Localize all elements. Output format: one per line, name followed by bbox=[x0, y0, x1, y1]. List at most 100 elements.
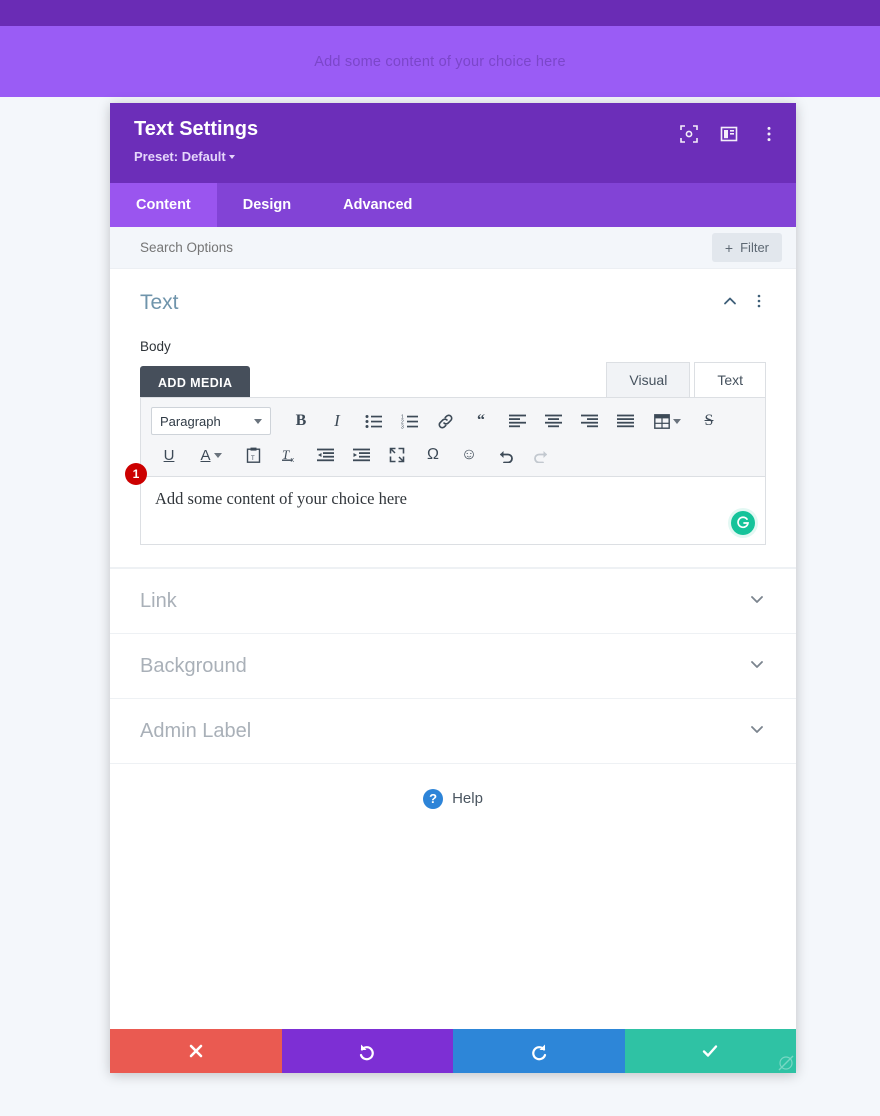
bold-icon: B bbox=[295, 412, 307, 429]
bold-button[interactable]: B bbox=[283, 406, 319, 436]
layout-panel-icon[interactable] bbox=[720, 125, 738, 143]
strikethrough-button[interactable]: S bbox=[691, 406, 727, 436]
redo-button[interactable] bbox=[523, 440, 559, 470]
editor-content-area[interactable]: 1 Add some content of your choice here bbox=[125, 463, 766, 545]
text-section-controls bbox=[722, 293, 766, 314]
undo-icon bbox=[499, 450, 513, 463]
accordion-admin-label-label: Admin Label bbox=[140, 719, 252, 742]
editor-toolbar: Paragraph B I 1 2 3 “ S U A T T x Ω ☺ bbox=[140, 397, 766, 477]
blockquote-icon: “ bbox=[477, 412, 485, 429]
cancel-button[interactable] bbox=[110, 1029, 282, 1073]
search-options-row: + Filter bbox=[110, 227, 796, 269]
chevron-down-icon bbox=[254, 418, 262, 424]
insert-table-button[interactable] bbox=[643, 406, 691, 436]
undo-button[interactable] bbox=[281, 1029, 453, 1073]
editor-content-text: Add some content of your choice here bbox=[155, 489, 407, 508]
strikethrough-icon: S bbox=[704, 412, 714, 429]
special-character-button[interactable]: Ω bbox=[415, 440, 451, 470]
align-center-icon bbox=[544, 414, 562, 428]
paste-as-text-button[interactable]: T bbox=[235, 440, 271, 470]
chevron-down-icon bbox=[748, 590, 766, 613]
section-more-vertical-icon[interactable] bbox=[752, 293, 766, 314]
align-justify-icon bbox=[616, 414, 634, 428]
modal-tabs: Content Design Advanced bbox=[110, 183, 796, 227]
resize-handle[interactable] bbox=[778, 1055, 794, 1071]
svg-text:T: T bbox=[251, 456, 255, 462]
table-icon bbox=[653, 413, 670, 429]
accordion-link[interactable]: Link bbox=[110, 568, 796, 633]
insert-link-button[interactable] bbox=[427, 406, 463, 436]
tab-content[interactable]: Content bbox=[110, 183, 217, 227]
chevron-up-icon[interactable] bbox=[722, 293, 738, 314]
clear-formatting-button[interactable]: T x bbox=[271, 440, 307, 470]
indent-icon bbox=[352, 448, 370, 462]
plus-icon: + bbox=[724, 239, 734, 256]
underline-button[interactable]: U bbox=[151, 440, 187, 470]
redo-button[interactable] bbox=[453, 1029, 625, 1073]
body-field-label: Body bbox=[140, 339, 171, 354]
tab-visual-editor[interactable]: Visual bbox=[606, 362, 691, 397]
emoji-icon: ☺ bbox=[460, 446, 478, 463]
paragraph-format-select[interactable]: Paragraph bbox=[151, 407, 271, 435]
page-banner-section: Add some content of your choice here bbox=[0, 26, 880, 97]
numbered-list-button[interactable]: 1 2 3 bbox=[391, 406, 427, 436]
align-right-button[interactable] bbox=[571, 406, 607, 436]
focus-target-icon[interactable] bbox=[680, 125, 698, 143]
editor-toolbar-row-2: U A T T x Ω ☺ bbox=[151, 438, 755, 472]
link-icon bbox=[438, 414, 452, 428]
italic-icon: I bbox=[334, 411, 340, 430]
filter-button-label: Filter bbox=[740, 240, 769, 255]
filter-button[interactable]: + Filter bbox=[711, 233, 782, 262]
search-input[interactable] bbox=[140, 240, 540, 255]
accordion-background-label: Background bbox=[140, 654, 247, 677]
preset-selector[interactable]: Preset: Default bbox=[134, 141, 776, 166]
top-purple-band bbox=[0, 0, 880, 26]
undo-button[interactable] bbox=[487, 440, 523, 470]
undo-icon bbox=[360, 1044, 375, 1061]
help-icon: ? bbox=[423, 788, 444, 809]
help-row[interactable]: ? Help bbox=[110, 763, 796, 833]
page-banner-text: Add some content of your choice here bbox=[314, 53, 566, 70]
bullet-list-button[interactable] bbox=[355, 406, 391, 436]
accordion-background[interactable]: Background bbox=[110, 633, 796, 698]
align-right-icon bbox=[580, 414, 598, 428]
indent-button[interactable] bbox=[343, 440, 379, 470]
modal-footer bbox=[110, 1029, 796, 1073]
emoji-button[interactable]: ☺ bbox=[451, 440, 487, 470]
modal-header-icons bbox=[680, 125, 778, 143]
outdent-icon bbox=[316, 448, 334, 462]
more-vertical-icon[interactable] bbox=[760, 125, 778, 143]
tab-text-editor[interactable]: Text bbox=[694, 362, 766, 397]
wysiwyg-editor: Visual Text Paragraph B I 1 2 3 “ S U A … bbox=[125, 362, 766, 545]
chevron-down-icon bbox=[228, 154, 235, 159]
preset-label: Preset: Default bbox=[134, 149, 226, 164]
fullscreen-icon bbox=[389, 447, 405, 463]
paste-icon: T bbox=[246, 447, 260, 463]
redo-icon bbox=[531, 1044, 546, 1061]
redo-icon bbox=[533, 450, 547, 463]
tab-advanced[interactable]: Advanced bbox=[317, 183, 438, 227]
editor-mode-tabs: Visual Text bbox=[140, 362, 766, 397]
numbered-list-icon: 1 2 3 bbox=[401, 414, 418, 429]
text-color-icon: A bbox=[200, 446, 211, 464]
bullet-list-icon bbox=[365, 414, 382, 428]
blockquote-button[interactable]: “ bbox=[463, 406, 499, 436]
text-section: Text Body ADD MEDIA Visual Text Paragrap… bbox=[110, 269, 796, 545]
fullscreen-button[interactable] bbox=[379, 440, 415, 470]
save-button[interactable] bbox=[624, 1029, 796, 1073]
align-center-button[interactable] bbox=[535, 406, 571, 436]
grammarly-icon[interactable] bbox=[731, 511, 755, 535]
align-left-icon bbox=[508, 414, 526, 428]
align-left-button[interactable] bbox=[499, 406, 535, 436]
text-section-header: Text bbox=[140, 291, 766, 325]
svg-text:x: x bbox=[291, 457, 295, 463]
text-color-button[interactable]: A bbox=[187, 440, 235, 470]
check-icon bbox=[703, 1045, 718, 1057]
chevron-down-icon bbox=[748, 655, 766, 678]
italic-button[interactable]: I bbox=[319, 406, 355, 436]
accordion-admin-label[interactable]: Admin Label bbox=[110, 698, 796, 763]
help-label: Help bbox=[452, 790, 483, 807]
outdent-button[interactable] bbox=[307, 440, 343, 470]
align-justify-button[interactable] bbox=[607, 406, 643, 436]
tab-design[interactable]: Design bbox=[217, 183, 317, 227]
